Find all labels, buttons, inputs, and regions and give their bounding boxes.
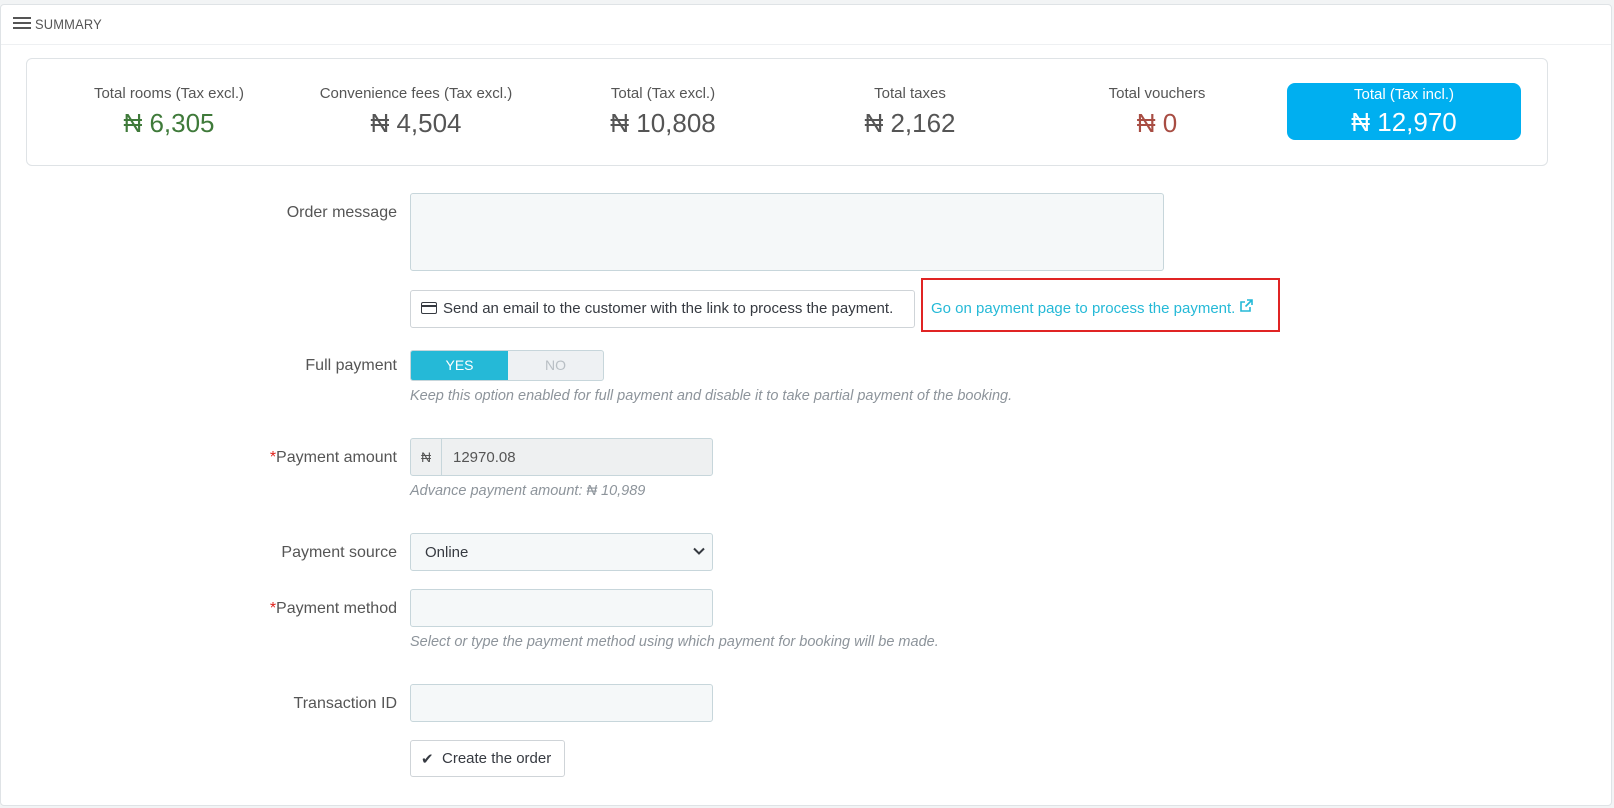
kpi-value: ₦ 12,970	[1351, 107, 1457, 137]
payment-page-link[interactable]: Go on payment page to process the paymen…	[931, 299, 1254, 317]
kpi-label: Total vouchers	[1108, 85, 1206, 102]
order-message-label: Order message	[286, 204, 397, 221]
kpi-value: ₦ 4,504	[370, 108, 462, 138]
payment-source-label: Payment source	[281, 544, 397, 561]
kpi-total-rooms: Total rooms (Tax excl.) ₦ 6,305	[49, 85, 289, 139]
kpi-value: ₦ 6,305	[123, 108, 215, 138]
send-email-button-label: Send an email to the customer with the l…	[443, 300, 894, 317]
payment-page-link-label: Go on payment page to process the paymen…	[931, 300, 1236, 317]
payment-method-help: Select or type the payment method using …	[410, 634, 939, 650]
kpi-label: Convenience fees (Tax excl.)	[319, 85, 513, 102]
payment-source-value: Online	[425, 544, 469, 561]
payment-amount-help: Advance payment amount: ₦ 10,989	[410, 483, 646, 499]
credit-card-icon	[421, 302, 437, 314]
payment-source-select[interactable]: Online	[410, 533, 713, 571]
kpi-convenience-fees: Convenience fees (Tax excl.) ₦ 4,504	[296, 85, 536, 139]
kpi-total-tax-excl: Total (Tax excl.) ₦ 10,808	[543, 85, 783, 139]
currency-addon: ₦	[411, 439, 442, 475]
full-payment-no[interactable]: NO	[508, 351, 603, 380]
summary-kpis: Total rooms (Tax excl.) ₦ 6,305 Convenie…	[26, 58, 1548, 166]
payment-link-highlight: Go on payment page to process the paymen…	[921, 278, 1280, 332]
chevron-down-icon	[693, 547, 705, 555]
kpi-value: ₦ 2,162	[864, 108, 956, 138]
payment-amount-input[interactable]: ₦ 12970.08	[410, 438, 713, 476]
payment-method-label: *Payment method	[270, 600, 397, 618]
kpi-value: ₦ 0	[1136, 108, 1178, 138]
payment-method-label-text: Payment method	[276, 600, 397, 617]
create-order-button-label: Create the order	[442, 750, 552, 767]
transaction-id-label: Transaction ID	[293, 695, 397, 712]
create-order-button[interactable]: ✔ Create the order	[410, 740, 565, 777]
send-email-button[interactable]: Send an email to the customer with the l…	[410, 290, 915, 328]
payment-amount-label: *Payment amount	[270, 449, 397, 467]
check-icon: ✔	[421, 751, 434, 768]
external-link-icon	[1239, 299, 1254, 316]
panel-title: SUMMARY	[35, 16, 102, 32]
full-payment-yes[interactable]: YES	[411, 351, 508, 380]
kpi-label: Total (Tax incl.)	[1353, 86, 1455, 103]
list-icon	[13, 17, 31, 31]
payment-amount-label-text: Payment amount	[276, 449, 397, 466]
full-payment-help: Keep this option enabled for full paymen…	[410, 388, 1013, 404]
kpi-total-vouchers: Total vouchers ₦ 0	[1037, 85, 1277, 139]
payment-amount-value: 12970.08	[453, 449, 516, 466]
payment-method-input[interactable]	[410, 589, 713, 627]
kpi-label: Total taxes	[874, 85, 946, 102]
kpi-label: Total rooms (Tax excl.)	[93, 85, 245, 102]
kpi-value: ₦ 10,808	[610, 108, 716, 138]
kpi-label: Total (Tax excl.)	[610, 85, 716, 102]
transaction-id-input[interactable]	[410, 684, 713, 722]
full-payment-label: Full payment	[305, 357, 397, 374]
kpi-total-tax-incl: Total (Tax incl.) ₦ 12,970	[1287, 83, 1521, 140]
kpi-total-taxes: Total taxes ₦ 2,162	[790, 85, 1030, 139]
full-payment-switch[interactable]: YES NO	[410, 350, 604, 381]
panel-heading: SUMMARY	[1, 5, 1611, 45]
order-message-textarea[interactable]	[410, 193, 1164, 271]
